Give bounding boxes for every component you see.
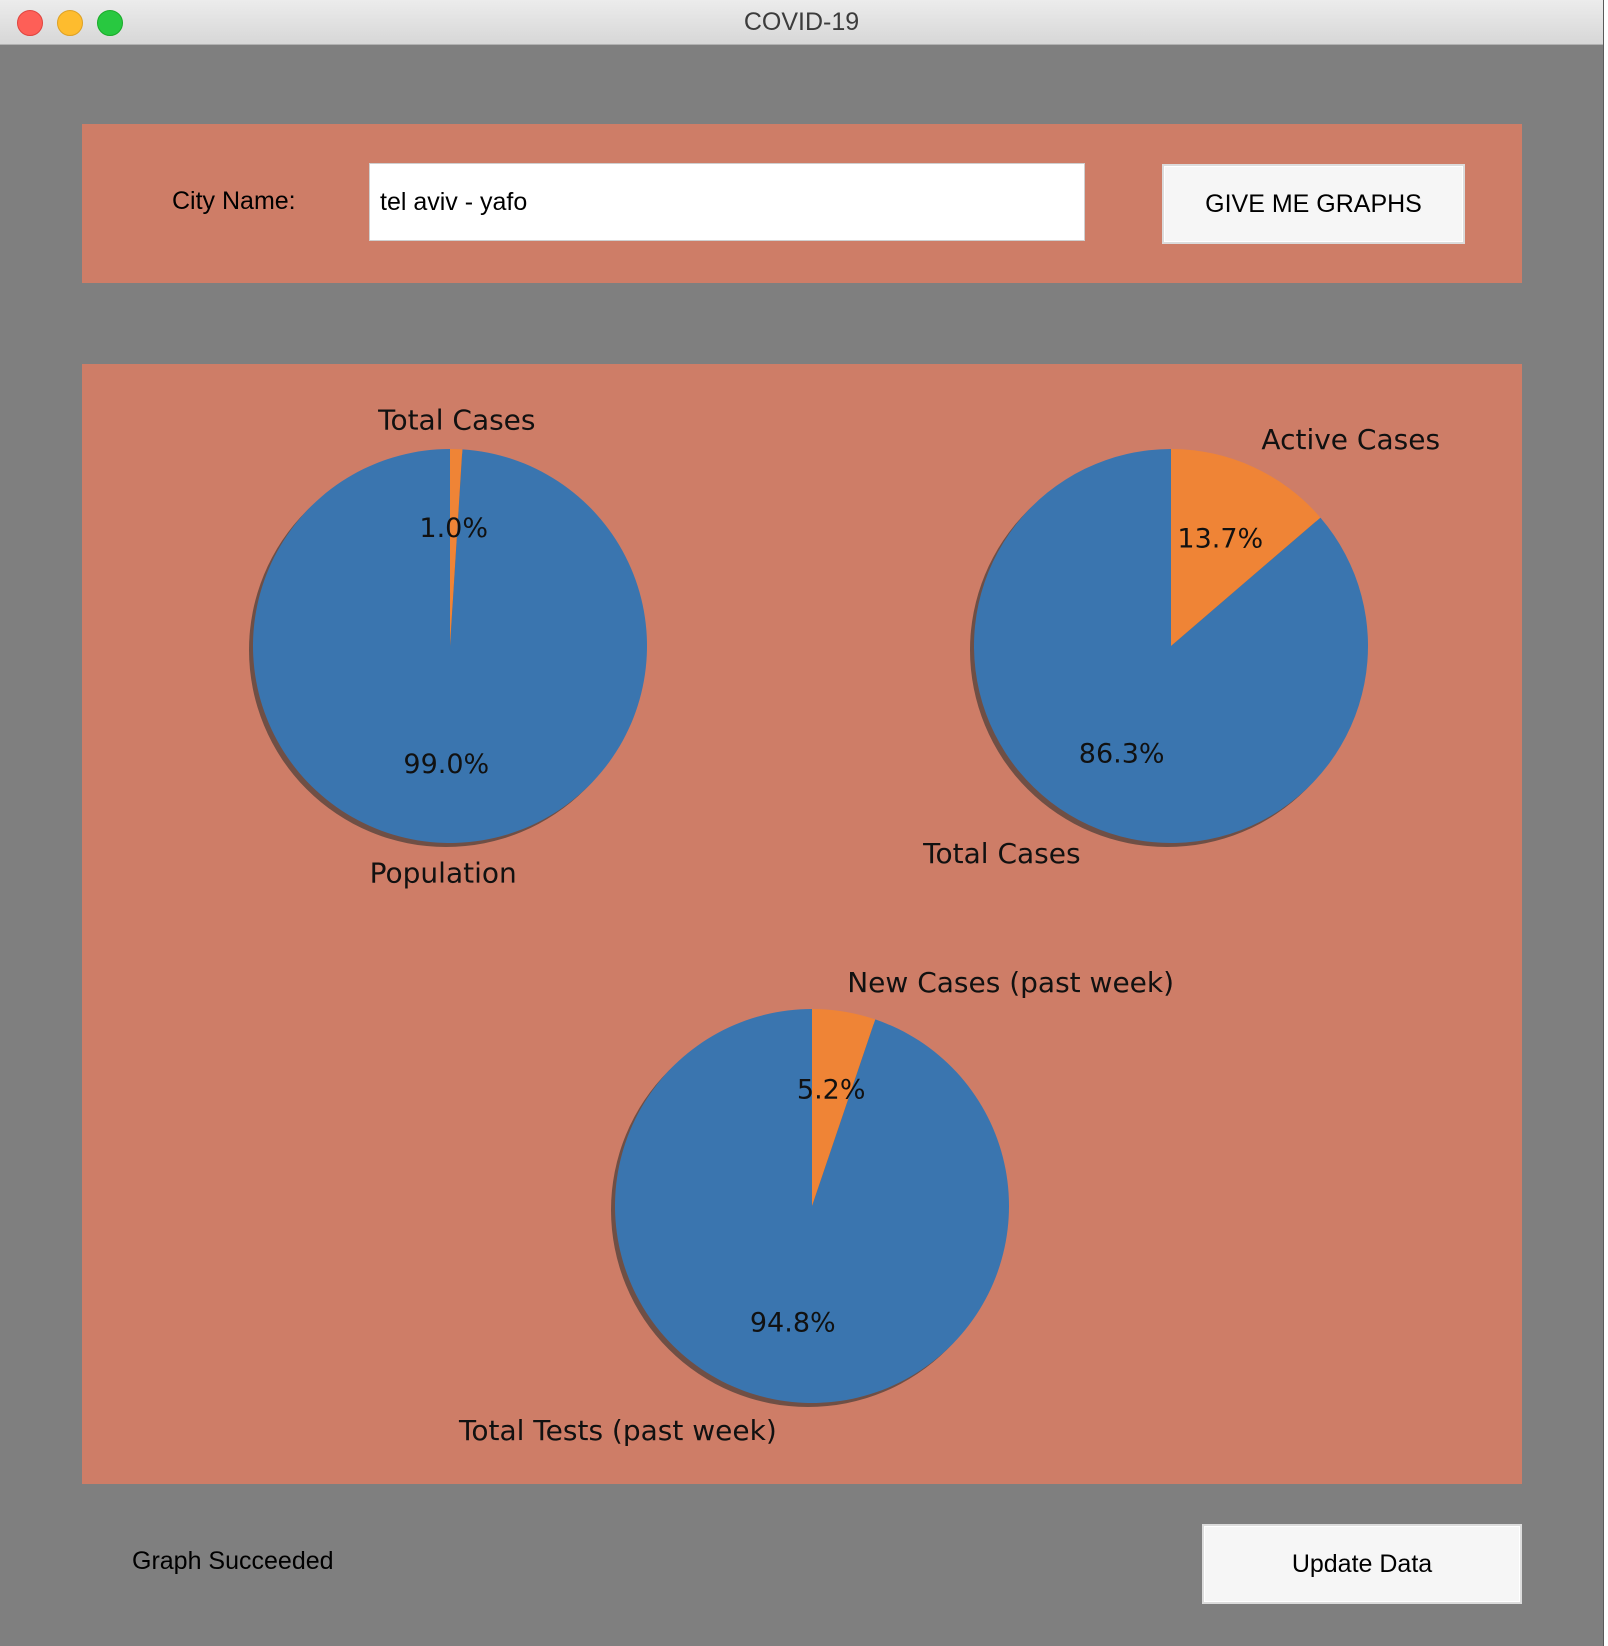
app-window: COVID-19 City Name: GIVE ME GRAPHS 99.0%… xyxy=(0,0,1604,1646)
pie-percent-label: 86.3% xyxy=(1079,738,1165,769)
pie-percent-label: 5.2% xyxy=(797,1074,866,1105)
city-form-panel: City Name: GIVE ME GRAPHS xyxy=(82,124,1522,283)
city-name-input[interactable] xyxy=(369,163,1085,241)
pie-category-label: Total Cases xyxy=(377,403,535,436)
city-name-label: City Name: xyxy=(172,187,296,215)
pie-percent-label: 13.7% xyxy=(1177,524,1263,555)
pie-category-label: Population xyxy=(370,857,517,890)
status-text: Graph Succeeded xyxy=(132,1547,334,1575)
pie-percent-label: 99.0% xyxy=(403,749,489,780)
pie-charts: 99.0% Population 1.0% Total Cases 86.3% Total… xyxy=(249,403,1440,1447)
update-data-button[interactable]: Update Data xyxy=(1202,1524,1522,1604)
pie-percent-label: 94.8% xyxy=(750,1308,836,1339)
pie-chart-1: 99.0% Population 1.0% Total Cases xyxy=(249,403,647,890)
give-me-graphs-button[interactable]: GIVE ME GRAPHS xyxy=(1162,164,1465,244)
charts-panel: 99.0% Population 1.0% Total Cases 86.3% Total… xyxy=(82,364,1522,1484)
window-title: COVID-19 xyxy=(743,8,860,36)
title-bar: COVID-19 xyxy=(0,0,1603,45)
pie-category-label: New Cases (past week) xyxy=(847,966,1174,999)
pie-chart-2: 86.3% Total Cases 13.7% Active Cases xyxy=(922,423,1440,870)
pie-category-label: Active Cases xyxy=(1261,423,1440,456)
pie-category-label: Total Tests (past week) xyxy=(458,1414,777,1447)
pie-chart-3: 94.8% Total Tests (past week) 5.2% New Case… xyxy=(458,966,1174,1447)
pie-percent-label: 1.0% xyxy=(419,513,488,544)
pie-category-label: Total Cases xyxy=(922,837,1080,870)
